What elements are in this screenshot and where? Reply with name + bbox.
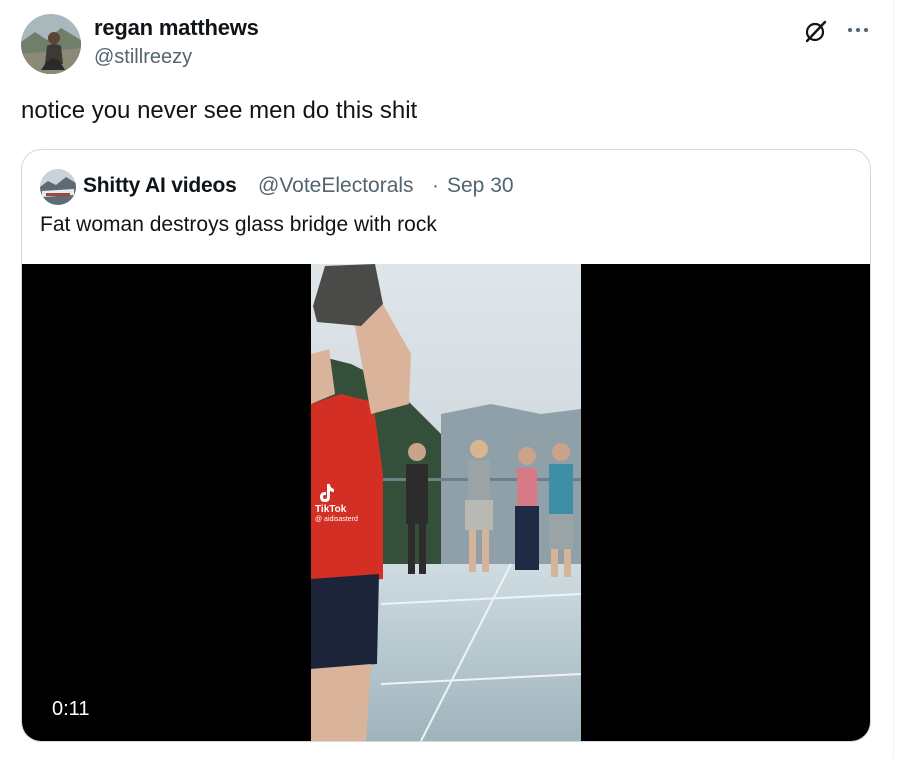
- meta-separator: ·: [432, 174, 439, 197]
- quoted-tweet[interactable]: Shitty AI videos @VoteElectorals · Sep 3…: [21, 149, 871, 742]
- author-display-name[interactable]: regan matthews: [94, 15, 259, 41]
- tiktok-logo-icon: [320, 484, 334, 502]
- video-duration-badge: 0:11: [42, 692, 100, 726]
- video-player[interactable]: TikTok @ aidisasterd 0:11: [22, 264, 870, 741]
- quoted-author-avatar[interactable]: [40, 169, 76, 205]
- tiktok-brand: TikTok: [315, 504, 347, 515]
- author-avatar[interactable]: [21, 14, 81, 74]
- column-divider: [893, 0, 894, 758]
- tiktok-username: @ aidisasterd: [315, 516, 358, 523]
- more-dots-icon[interactable]: [846, 20, 870, 40]
- author-handle[interactable]: @stillreezy: [94, 46, 192, 69]
- tweet-text: notice you never see men do this shit: [21, 97, 418, 124]
- quoted-date[interactable]: Sep 30: [447, 174, 514, 198]
- tweet: regan matthews @stillreezy notice you ne…: [0, 0, 898, 758]
- quoted-handle[interactable]: @VoteElectorals: [258, 174, 414, 198]
- quoted-display-name[interactable]: Shitty AI videos: [83, 174, 237, 198]
- quoted-text: Fat woman destroys glass bridge with roc…: [40, 213, 437, 236]
- grok-icon[interactable]: [804, 19, 828, 43]
- tiktok-watermark: TikTok @ aidisasterd: [315, 482, 358, 523]
- video-thumbnail: TikTok @ aidisasterd: [311, 264, 581, 741]
